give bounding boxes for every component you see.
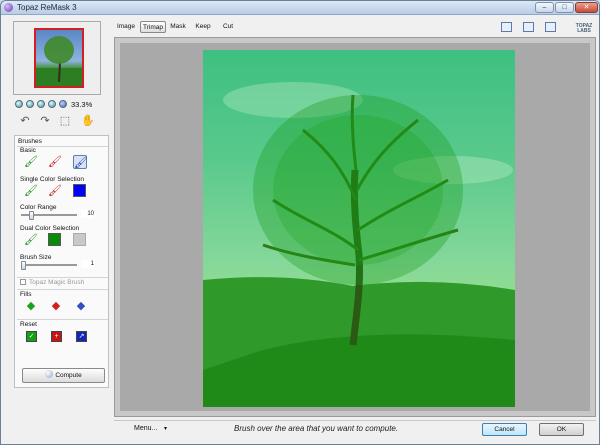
undo-icon[interactable]: ↶	[19, 115, 31, 127]
close-button[interactable]: ✕	[575, 2, 598, 13]
basic-label: Basic	[20, 147, 36, 154]
single-color-cut-brush-icon[interactable]: 🖌	[48, 184, 62, 198]
split-view-icon[interactable]	[523, 22, 534, 32]
compute-button[interactable]: Compute	[22, 368, 105, 383]
tool-row: ↶ ↷ ⬚ ✋	[15, 115, 107, 129]
cut-brush-icon[interactable]: 🖌	[48, 155, 62, 169]
thumbnail-tree-graphic	[36, 36, 82, 86]
compute-icon	[45, 370, 54, 378]
window-title: Topaz ReMask 3	[17, 3, 77, 12]
color-range-slider-thumb[interactable]	[28, 211, 34, 220]
reset-label: Reset	[20, 321, 37, 328]
thumbnail-image[interactable]	[34, 28, 84, 88]
tab-keep[interactable]: Keep	[193, 21, 213, 33]
dual-color-swatch-1[interactable]	[48, 233, 61, 246]
reset-cut-icon[interactable]: +	[51, 331, 62, 342]
dual-color-brush-icon[interactable]: 🖌	[24, 233, 38, 247]
left-sidebar: 33.3% ↶ ↷ ⬚ ✋ Brushes Basic 🖌 🖌 🖌 Single…	[7, 18, 110, 433]
fill-keep-icon[interactable]: ◆	[25, 300, 37, 313]
single-color-label: Single Color Selection	[20, 176, 84, 183]
canvas-frame	[114, 37, 596, 417]
zoom-in-icon[interactable]	[26, 100, 34, 108]
color-range-value[interactable]: 10	[81, 210, 94, 218]
topaz-logo: TOPAZ LABS	[575, 23, 593, 34]
fills-label: Fills	[20, 291, 32, 298]
compute-brush-icon[interactable]: 🖌	[73, 155, 88, 169]
brush-size-slider-thumb[interactable]	[21, 261, 26, 270]
dual-color-label: Dual Color Selection	[20, 225, 80, 232]
color-range-label: Color Range	[20, 204, 57, 211]
cancel-button[interactable]: Cancel	[482, 423, 527, 436]
fill-cut-icon[interactable]: ◆	[50, 300, 62, 313]
stacked-view-icon[interactable]	[545, 22, 556, 32]
brush-size-value[interactable]: 1	[81, 260, 94, 268]
zoom-view-icon[interactable]	[59, 100, 67, 108]
tab-image[interactable]: Image	[115, 21, 137, 33]
divider	[17, 277, 108, 278]
magic-brush-checkbox[interactable]	[20, 279, 26, 285]
single-view-icon[interactable]	[501, 22, 512, 32]
tab-mask[interactable]: Mask	[169, 21, 187, 33]
brushes-header: Brushes	[18, 138, 42, 145]
single-color-keep-brush-icon[interactable]: 🖌	[24, 184, 38, 198]
menu-dropdown-icon[interactable]: ▾	[164, 425, 167, 432]
menu-button[interactable]: Menu...	[134, 425, 157, 432]
fill-compute-icon[interactable]: ◆	[75, 300, 87, 313]
zoom-fit-icon[interactable]	[37, 100, 45, 108]
tab-trimap[interactable]: Trimap	[140, 21, 166, 33]
compute-label: Compute	[55, 372, 82, 379]
brush-size-slider[interactable]	[21, 264, 77, 266]
app-window: Topaz ReMask 3 – □ ✕ 33.3% ↶ ↷ ⬚ ✋ Brush…	[0, 0, 600, 445]
minimize-button[interactable]: –	[535, 2, 554, 13]
redo-icon[interactable]: ↷	[39, 115, 51, 127]
brush-size-label: Brush Size	[20, 254, 52, 261]
app-icon	[4, 3, 13, 12]
divider	[17, 289, 108, 290]
reset-keep-icon[interactable]: ✓	[26, 331, 37, 342]
ok-button[interactable]: OK	[539, 423, 584, 436]
tab-cut[interactable]: Cut	[221, 21, 235, 33]
magic-brush-label: Topaz Magic Brush	[29, 279, 85, 286]
zoom-actual-icon[interactable]	[48, 100, 56, 108]
zoom-controls: 33.3%	[15, 100, 107, 110]
hand-tool-icon[interactable]: ✋	[81, 115, 95, 127]
status-hint: Brush over the area that you want to com…	[234, 424, 399, 433]
zoom-out-icon[interactable]	[15, 100, 23, 108]
selection-tool-icon[interactable]: ⬚	[59, 115, 71, 127]
reset-compute-icon[interactable]: ↗	[76, 331, 87, 342]
navigator-thumbnail[interactable]	[13, 21, 101, 95]
view-tabs: Image Trimap Mask Keep Cut	[115, 21, 255, 34]
keep-brush-icon[interactable]: 🖌	[24, 155, 38, 169]
divider	[17, 319, 108, 320]
trimap-image[interactable]	[203, 50, 515, 407]
bottom-bar: Menu... ▾ Brush over the area that you w…	[114, 420, 596, 438]
title-bar[interactable]: Topaz ReMask 3 – □ ✕	[1, 1, 599, 15]
single-color-swatch[interactable]	[73, 184, 86, 197]
dual-color-swatch-2[interactable]	[73, 233, 86, 246]
canvas-area[interactable]	[120, 43, 590, 411]
zoom-level: 33.3%	[71, 100, 93, 109]
maximize-button[interactable]: □	[555, 2, 574, 13]
brushes-panel: Brushes Basic 🖌 🖌 🖌 Single Color Selecti…	[14, 135, 109, 388]
tree-photo-graphic	[203, 82, 515, 407]
